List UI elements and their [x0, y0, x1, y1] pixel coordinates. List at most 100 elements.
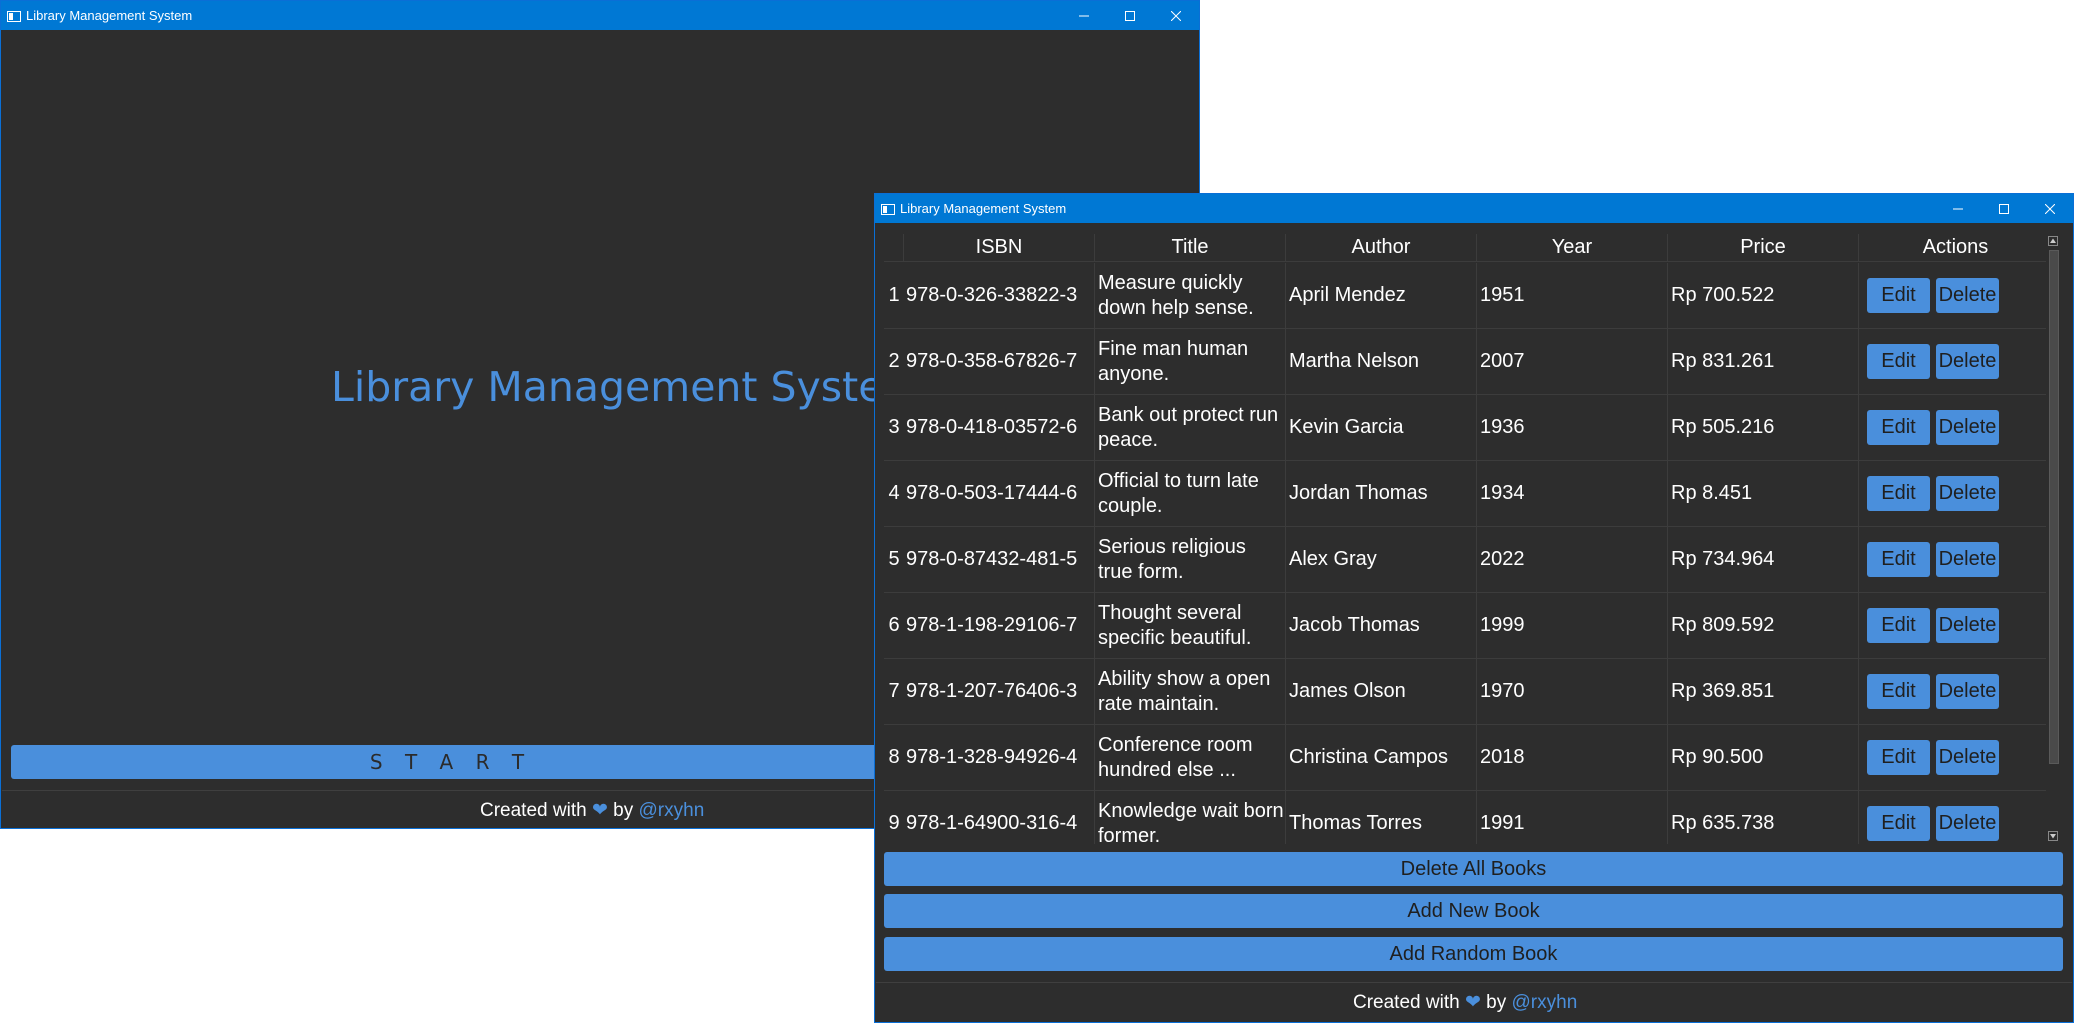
cell-author[interactable]: Martha Nelson [1286, 329, 1477, 394]
cell-title[interactable]: Knowledge wait born former. [1095, 791, 1286, 844]
cell-price[interactable]: Rp 700.522 [1668, 263, 1859, 328]
cell-author[interactable]: James Olson [1286, 659, 1477, 724]
maximize-icon[interactable] [1107, 1, 1153, 30]
cell-price[interactable]: Rp 369.851 [1668, 659, 1859, 724]
scroll-up-icon[interactable] [2047, 235, 2059, 247]
cell-year[interactable]: 1936 [1477, 395, 1668, 460]
delete-button[interactable]: Delete [1936, 410, 1999, 445]
delete-button[interactable]: Delete [1936, 278, 1999, 313]
delete-all-books-button[interactable]: Delete All Books [884, 852, 2063, 886]
cell-author[interactable]: Christina Campos [1286, 725, 1477, 790]
cell-title[interactable]: Serious religious true form. [1095, 527, 1286, 592]
cell-isbn[interactable]: 978-0-418-03572-6 [904, 395, 1095, 460]
cell-isbn[interactable]: 978-0-87432-481-5 [904, 527, 1095, 592]
vertical-scrollbar[interactable] [2046, 234, 2060, 844]
column-header-title[interactable]: Title [1095, 234, 1286, 262]
cell-author[interactable]: Thomas Torres [1286, 791, 1477, 844]
row-number[interactable]: 3 [884, 395, 904, 460]
cell-author[interactable]: Jordan Thomas [1286, 461, 1477, 526]
cell-year[interactable]: 2018 [1477, 725, 1668, 790]
table-row[interactable]: 6 978-1-198-29106-7 Thought several specif… [884, 593, 2053, 659]
add-new-book-button[interactable]: Add New Book [884, 894, 2063, 928]
cell-price[interactable]: Rp 90.500 [1668, 725, 1859, 790]
cell-isbn[interactable]: 978-1-207-76406-3 [904, 659, 1095, 724]
column-header-isbn[interactable]: ISBN [904, 234, 1095, 262]
minimize-icon[interactable] [1935, 194, 1981, 223]
close-icon[interactable] [1153, 1, 1199, 30]
delete-button[interactable]: Delete [1936, 740, 1999, 775]
row-number[interactable]: 2 [884, 329, 904, 394]
cell-isbn[interactable]: 978-0-503-17444-6 [904, 461, 1095, 526]
maximize-icon[interactable] [1981, 194, 2027, 223]
titlebar[interactable]: Library Management System [1, 1, 1199, 30]
edit-button[interactable]: Edit [1867, 674, 1930, 709]
cell-year[interactable]: 2007 [1477, 329, 1668, 394]
scroll-thumb[interactable] [2049, 250, 2059, 764]
row-number[interactable]: 6 [884, 593, 904, 658]
cell-isbn[interactable]: 978-0-326-33822-3 [904, 263, 1095, 328]
author-link[interactable]: @rxyhn [1512, 992, 1578, 1013]
row-number[interactable]: 1 [884, 263, 904, 328]
edit-button[interactable]: Edit [1867, 410, 1930, 445]
delete-button[interactable]: Delete [1936, 476, 1999, 511]
cell-price[interactable]: Rp 734.964 [1668, 527, 1859, 592]
table-row[interactable]: 3 978-0-418-03572-6 Bank out protect run p… [884, 395, 2053, 461]
cell-year[interactable]: 1991 [1477, 791, 1668, 844]
edit-button[interactable]: Edit [1867, 740, 1930, 775]
table-row[interactable]: 4 978-0-503-17444-6 Official to turn late … [884, 461, 2053, 527]
delete-button[interactable]: Delete [1936, 608, 1999, 643]
cell-price[interactable]: Rp 8.451 [1668, 461, 1859, 526]
column-header-year[interactable]: Year [1477, 234, 1668, 262]
cell-year[interactable]: 1999 [1477, 593, 1668, 658]
edit-button[interactable]: Edit [1867, 344, 1930, 379]
table-row[interactable]: 9 978-1-64900-316-4 Knowledge wait born fo… [884, 791, 2053, 844]
cell-year[interactable]: 1951 [1477, 263, 1668, 328]
cell-isbn[interactable]: 978-1-198-29106-7 [904, 593, 1095, 658]
cell-year[interactable]: 1934 [1477, 461, 1668, 526]
cell-isbn[interactable]: 978-1-328-94926-4 [904, 725, 1095, 790]
cell-title[interactable]: Conference room hundred else ... [1095, 725, 1286, 790]
column-header-actions[interactable]: Actions [1859, 234, 2053, 262]
cell-author[interactable]: Kevin Garcia [1286, 395, 1477, 460]
author-link[interactable]: @rxyhn [639, 800, 705, 821]
minimize-icon[interactable] [1061, 1, 1107, 30]
close-icon[interactable] [2027, 194, 2073, 223]
cell-isbn[interactable]: 978-0-358-67826-7 [904, 329, 1095, 394]
edit-button[interactable]: Edit [1867, 278, 1930, 313]
edit-button[interactable]: Edit [1867, 476, 1930, 511]
table-row[interactable]: 8 978-1-328-94926-4 Conference room hundre… [884, 725, 2053, 791]
row-number[interactable]: 9 [884, 791, 904, 844]
row-number[interactable]: 7 [884, 659, 904, 724]
add-random-book-button[interactable]: Add Random Book [884, 937, 2063, 971]
row-number[interactable]: 4 [884, 461, 904, 526]
cell-price[interactable]: Rp 505.216 [1668, 395, 1859, 460]
edit-button[interactable]: Edit [1867, 542, 1930, 577]
column-header-price[interactable]: Price [1668, 234, 1859, 262]
cell-year[interactable]: 1970 [1477, 659, 1668, 724]
delete-button[interactable]: Delete [1936, 674, 1999, 709]
table-row[interactable]: 1 978-0-326-33822-3 Measure quickly down h… [884, 263, 2053, 329]
cell-price[interactable]: Rp 831.261 [1668, 329, 1859, 394]
cell-author[interactable]: April Mendez [1286, 263, 1477, 328]
cell-price[interactable]: Rp 635.738 [1668, 791, 1859, 844]
column-header-author[interactable]: Author [1286, 234, 1477, 262]
cell-title[interactable]: Official to turn late couple. [1095, 461, 1286, 526]
cell-title[interactable]: Ability show a open rate maintain. [1095, 659, 1286, 724]
cell-title[interactable]: Measure quickly down help sense. [1095, 263, 1286, 328]
row-number[interactable]: 8 [884, 725, 904, 790]
delete-button[interactable]: Delete [1936, 344, 1999, 379]
delete-button[interactable]: Delete [1936, 542, 1999, 577]
cell-year[interactable]: 2022 [1477, 527, 1668, 592]
cell-title[interactable]: Thought several specific beautiful. [1095, 593, 1286, 658]
cell-author[interactable]: Alex Gray [1286, 527, 1477, 592]
table-row[interactable]: 7 978-1-207-76406-3 Ability show a open ra… [884, 659, 2053, 725]
titlebar[interactable]: Library Management System [875, 194, 2073, 223]
cell-author[interactable]: Jacob Thomas [1286, 593, 1477, 658]
edit-button[interactable]: Edit [1867, 806, 1930, 841]
table-row[interactable]: 2 978-0-358-67826-7 Fine man human anyone.… [884, 329, 2053, 395]
cell-price[interactable]: Rp 809.592 [1668, 593, 1859, 658]
table-row[interactable]: 5 978-0-87432-481-5 Serious religious true… [884, 527, 2053, 593]
cell-isbn[interactable]: 978-1-64900-316-4 [904, 791, 1095, 844]
row-number[interactable]: 5 [884, 527, 904, 592]
cell-title[interactable]: Bank out protect run peace. [1095, 395, 1286, 460]
